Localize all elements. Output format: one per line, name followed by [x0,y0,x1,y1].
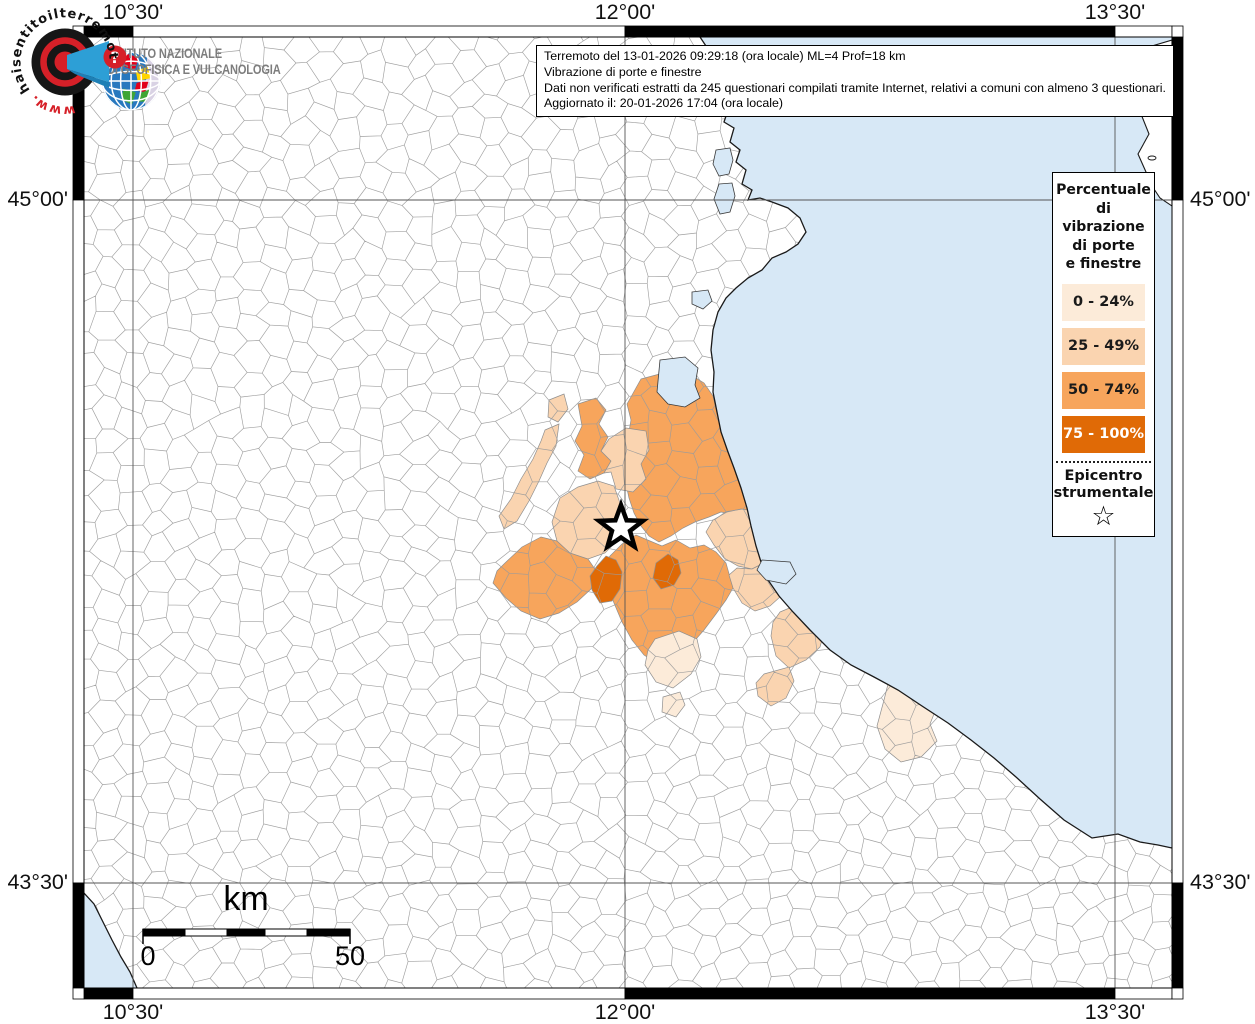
frame-segment [624,25,1116,38]
scalebar-segment [306,928,351,937]
legend-class-50-74: 50 - 74% [1062,371,1145,409]
scalebar-segment [142,928,186,937]
ingv-wordmark-line2: DI GEOFISICA E VULCANOLOGIA [107,62,281,77]
earthquake-info-line: Vibrazione di porte e finestre [544,64,702,79]
earthquake-info-line: Aggiornato il: 20-01-2026 17:04 (ora loc… [544,96,784,111]
graticule-label-bottom-right: 13°30' [1084,1000,1146,1024]
ingv-logo: ISTITUTO NAZIONALE DI GEOFISICA E VULCAN… [98,46,319,111]
scalebar-segment [264,928,308,937]
ingv-wordmark-line1: ISTITUTO NAZIONALE [107,46,222,61]
legend-title-line: Percentuale [1056,182,1151,198]
legend-class-0-24: 0 - 24% [1062,283,1145,321]
legend-divider [1056,460,1151,463]
frame-corner [1171,25,1184,38]
earthquake-info-line: Terremoto del 13-01-2026 09:29:18 (ora l… [544,49,906,63]
frame-segment [1114,25,1173,38]
legend-class-25-49: 25 - 49% [1062,327,1145,365]
frame-segment [132,25,626,38]
frame-segment [72,882,85,989]
scalebar-segment [184,928,228,937]
graticule-label-bottom-center: 12°00' [594,1000,656,1024]
frame-segment [1114,987,1173,1000]
frame-segment [83,987,134,1000]
graticule-label-left-upper: 45°00' [7,187,68,211]
graticule-label-top-center: 12°00' [594,0,656,24]
graticule-label-right-lower: 43°30' [1190,870,1251,894]
earthquake-info-box: Terremoto del 13-01-2026 09:29:18 (ora l… [536,45,1174,118]
haisentitoilterremoto-map-page: 10°30' 12°00' 13°30' 10°30' 12°00' 13°30… [0,0,1255,1024]
legend-panel: Percentuale di vibrazione di porte e fin… [1052,172,1155,537]
legend-title-line: di vibrazione [1062,200,1145,236]
haisentitoilterremoto-logo: ? www. haisentitoilterremoto .it [9,6,127,118]
legend-class-75-100: 75 - 100% [1062,415,1145,453]
graticule-label-top-right: 13°30' [1084,0,1146,24]
ingv-wordmark: ISTITUTO NAZIONALE DI GEOFISICA E VULCAN… [107,46,281,78]
lagoon [656,356,701,408]
legend-title-line: e finestre [1065,256,1142,272]
frame-segment [132,987,626,1000]
legend-epicenter-label: Epicentro strumentale [1053,468,1154,502]
legend-epicenter-line: strumentale [1053,484,1154,501]
frame-segment [1171,882,1184,989]
frame-segment [624,987,1116,1000]
graticule-label-left-lower: 43°30' [7,870,68,894]
legend-title-line: di porte [1072,237,1135,254]
frame-corner [1171,987,1184,1000]
scalebar-segment [226,928,266,937]
legend-title: Percentuale di vibrazione di porte e fin… [1053,181,1154,274]
frame-corner [72,987,85,1000]
island [1147,155,1157,161]
graticule-label-bottom-left: 10°30' [102,1000,164,1024]
earthquake-info-line: Dati non verificati estratti da 245 ques… [544,80,1166,95]
graticule-label-right-upper: 45°00' [1190,187,1251,211]
frame-segment [72,199,85,884]
scalebar-unit: km [223,880,269,918]
epicenter-star-icon: ☆ [1091,500,1116,532]
scalebar-start: 0 [140,941,156,971]
legend-epicenter-line: Epicentro [1064,467,1143,484]
municipality-intensity-region [574,397,612,480]
scalebar-end: 50 [334,941,366,971]
frame-segment [1171,199,1184,884]
